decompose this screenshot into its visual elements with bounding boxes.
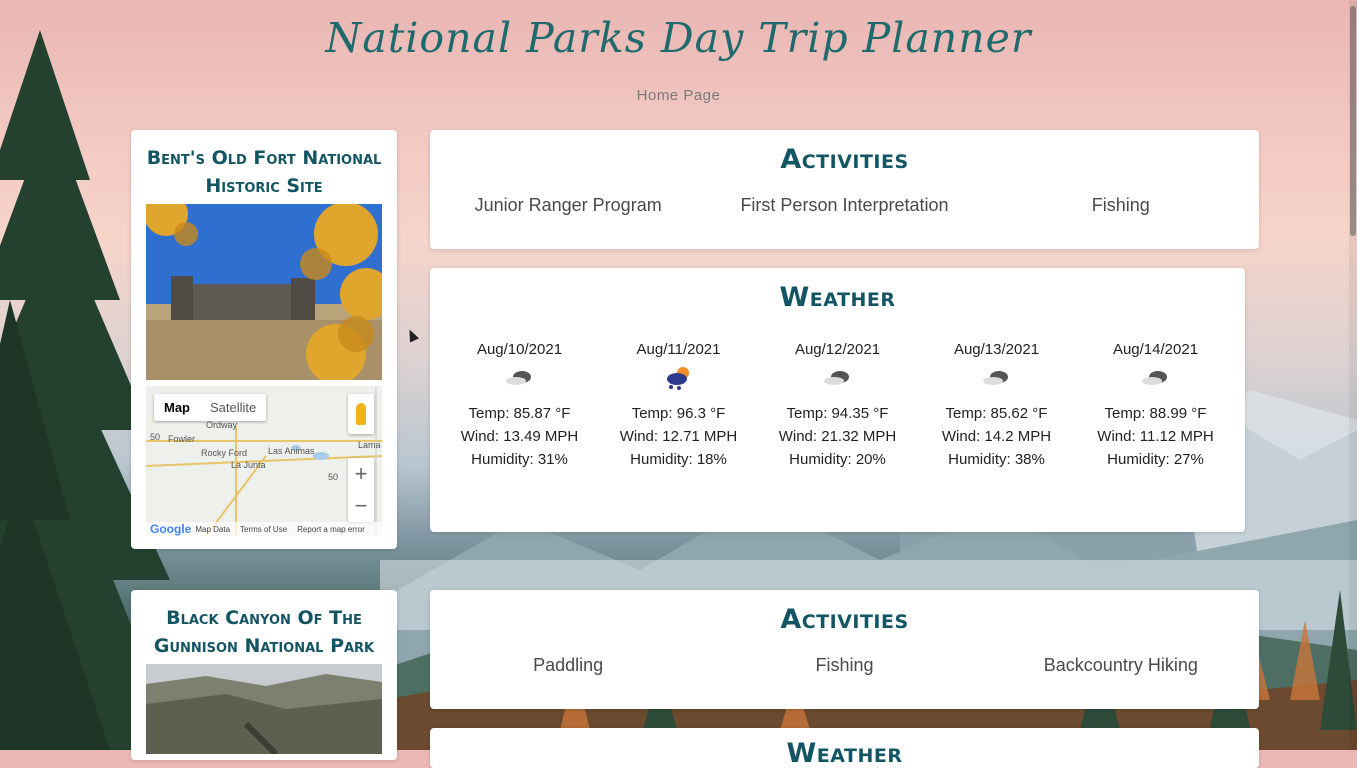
forecast-date: Aug/11/2021 [636,341,721,358]
forecast-wind: Wind: 21.32 MPH [778,428,897,445]
map-place-label: Las Animas [268,446,315,456]
page-subtitle: Home Page [636,87,721,104]
zoom-in-button[interactable]: + [348,458,374,490]
map-place-label: Rocky Ford [201,448,248,458]
forecast-day: Aug/12/2021 Temp: 94.35 °F Wind: 21.32 M… [763,341,913,471]
cloud-icon [1081,364,1231,392]
forecast-humidity: Humidity: 27% [1107,451,1204,468]
forecast-date: Aug/14/2021 [1112,341,1199,358]
location-map[interactable]: Fowler Rocky Ford Las Animas La Junta La… [146,386,382,536]
weather-card: Weather Aug/10/2021 Temp: 85.87 °F Wind:… [430,268,1245,532]
cloud-icon [922,364,1072,392]
activities-card: Activities Paddling Fishing Backcountry … [430,590,1259,709]
street-view-pegman-icon[interactable] [348,394,374,434]
activity-item: Backcountry Hiking [1043,655,1198,675]
forecast-temp: Temp: 96.3 °F [631,405,726,422]
forecast-date: Aug/13/2021 [953,341,1040,358]
park-photo [146,664,382,754]
canyon-photo-image [146,664,382,754]
forecast-temp: Temp: 88.99 °F [1104,405,1207,422]
forecast-wind: Wind: 14.2 MPH [941,428,1052,445]
forecast-wind: Wind: 13.49 MPH [460,428,579,445]
activity-item: Fishing [815,655,874,675]
forecast-wind: Wind: 12.71 MPH [619,428,738,445]
weather-card: Weather [430,728,1259,768]
forecast-temp: Temp: 85.62 °F [945,405,1048,422]
map-road-label: 50 [328,472,339,482]
forecast-day: Aug/11/2021 Temp: 96.3 °F Wind: 12.71 MP… [604,341,754,471]
fort-photo-image [146,204,382,380]
map-footer: Google Map Data Terms of Use Report a ma… [146,522,382,536]
storm-icon [604,364,754,392]
map-place-label: La Junta [231,460,266,470]
activities-heading: Activities [780,604,909,635]
activity-item: Junior Ranger Program [474,195,662,215]
zoom-out-button[interactable]: − [348,490,374,522]
map-place-label: Lama [358,440,381,450]
page-title: National Parks Day Trip Planner [325,14,1032,62]
map-type-tabs: Map Satellite [154,394,267,421]
forecast-day: Aug/13/2021 Temp: 85.62 °F Wind: 14.2 MP… [922,341,1072,471]
mouse-cursor-icon [404,327,420,343]
forecast-date: Aug/12/2021 [794,341,881,358]
map-place-label: Fowler [168,434,196,444]
map-data-link[interactable]: Map Data [195,525,230,534]
forecast-wind: Wind: 11.12 MPH [1097,428,1214,445]
page-scrollbar[interactable] [1349,0,1357,750]
map-zoom-control: + − [348,458,374,522]
forecast-temp: Temp: 85.87 °F [468,405,571,422]
park-name: Bent's Old Fort National Historic Site [146,147,382,197]
weather-heading: Weather [779,282,896,313]
activity-item: Fishing [1091,195,1150,215]
map-place-label: Ordway [206,420,238,430]
report-map-error-link[interactable]: Report a map error [297,525,365,534]
activity-item: Paddling [533,655,604,675]
forecast-day: Aug/14/2021 Temp: 88.99 °F Wind: 11.12 M… [1081,341,1231,471]
terms-of-use-link[interactable]: Terms of Use [240,525,287,534]
map-road-label: 50 [150,432,161,442]
forecast-humidity: Humidity: 31% [471,451,568,468]
cloud-icon [763,364,913,392]
park-card: Black Canyon Of The Gunnison National Pa… [131,590,397,760]
park-name: Black Canyon Of The Gunnison National Pa… [153,607,375,657]
map-tab-map[interactable]: Map [154,394,200,421]
activities-list: Paddling Fishing Backcountry Hiking [430,655,1259,676]
forecast-humidity: Humidity: 18% [630,451,727,468]
forecast-humidity: Humidity: 38% [948,451,1045,468]
park-photo [146,204,382,380]
activities-card: Activities Junior Ranger Program First P… [430,130,1259,249]
activity-item: First Person Interpretation [740,195,949,215]
forecast-humidity: Humidity: 20% [789,451,886,468]
forecast-date: Aug/10/2021 [476,341,563,358]
google-logo: Google [150,522,192,536]
activities-heading: Activities [780,144,909,175]
forecast-day: Aug/10/2021 Temp: 85.87 °F Wind: 13.49 M… [445,341,595,471]
weather-heading: Weather [786,738,903,768]
park-card: Bent's Old Fort National Historic Site F… [131,130,397,549]
forecast-list: Aug/10/2021 Temp: 85.87 °F Wind: 13.49 M… [430,341,1245,471]
cloud-icon [445,364,595,392]
map-tab-satellite[interactable]: Satellite [200,394,266,421]
forecast-temp: Temp: 94.35 °F [786,405,889,422]
activities-list: Junior Ranger Program First Person Inter… [430,195,1259,216]
